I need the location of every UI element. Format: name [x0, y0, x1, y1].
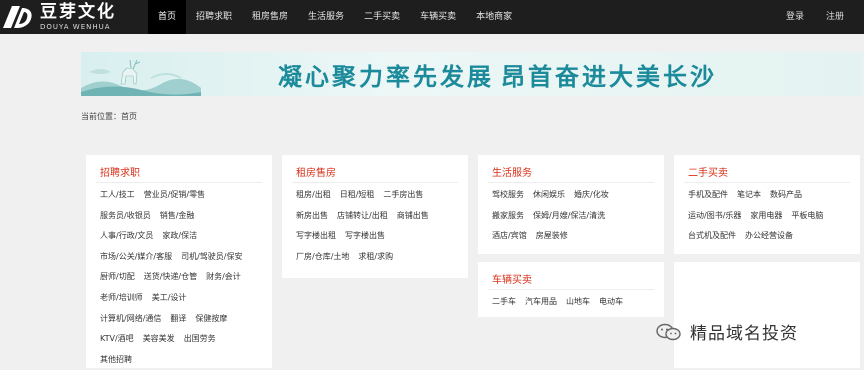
banner-slogan-2: 昂首奋进大美长沙 — [501, 62, 717, 91]
link-delivery[interactable]: 送货/快递/仓管 — [144, 272, 197, 281]
link-rent[interactable]: 租房/出租 — [296, 190, 331, 199]
category-card-jobs: 招聘求职 工人/技工 营业员/促销/零售 服务员/收银员 销售/金融 人事/行政/文… — [86, 155, 272, 368]
category-title-life-services[interactable]: 生活服务 — [492, 164, 532, 179]
link-wedding[interactable]: 婚庆/化妆 — [574, 190, 609, 199]
category-card-vehicles: 车辆买卖 二手车 汽车用品 山地车 电动车 — [478, 262, 664, 317]
blank-card — [674, 262, 860, 368]
link-marketing[interactable]: 市场/公关/媒介/客服 — [100, 252, 172, 261]
divider — [96, 182, 262, 183]
link-used-car[interactable]: 二手车 — [492, 297, 516, 306]
divider — [488, 289, 654, 290]
link-short-rent[interactable]: 日租/短租 — [340, 190, 375, 199]
douya-logo-icon — [3, 6, 32, 28]
link-shop-sale[interactable]: 商铺出售 — [397, 211, 429, 220]
link-renovation[interactable]: 房屋装修 — [536, 231, 568, 240]
link-appliances[interactable]: 家用电器 — [750, 211, 782, 220]
category-card-housing: 租房售房 租房/出租 日租/短租 二手房出售 新房出售 店铺转让/出租 商铺出售 写字楼… — [282, 155, 468, 278]
brand-subtitle: DOUYA WENHUA — [40, 22, 111, 31]
link-driving-school[interactable]: 驾校服务 — [492, 190, 524, 199]
link-sales-clerk[interactable]: 营业员/促销/零售 — [144, 190, 205, 199]
link-seek-rent[interactable]: 求租/求购 — [358, 252, 393, 261]
breadcrumb: 当前位置：首页 — [81, 112, 137, 121]
link-chef[interactable]: 厨师/切配 — [100, 272, 135, 281]
link-sales-finance[interactable]: 销售/金融 — [160, 211, 195, 220]
link-waiter[interactable]: 服务员/收银员 — [100, 211, 151, 220]
brand-name: 豆芽文化 — [40, 1, 116, 22]
link-sports-books[interactable]: 运动/图书/乐器 — [688, 211, 741, 220]
link-factory[interactable]: 厂房/仓库/土地 — [296, 252, 349, 261]
link-office-rent[interactable]: 写字楼出租 — [296, 231, 336, 240]
wechat-icon — [656, 323, 681, 340]
link-teacher[interactable]: 老师/培训师 — [100, 293, 143, 302]
link-other-jobs[interactable]: 其他招聘 — [100, 355, 132, 364]
link-designer[interactable]: 美工/设计 — [152, 293, 187, 302]
link-e-bike[interactable]: 电动车 — [599, 297, 623, 306]
link-nanny[interactable]: 保姆/月嫂/保洁/清洗 — [533, 211, 605, 220]
login-link[interactable]: 登录 — [786, 0, 804, 34]
main-nav: 首页 招聘求职 租房售房 生活服务 二手买卖 车辆买卖 本地商家 — [148, 0, 522, 34]
category-card-second-hand: 二手买卖 手机及配件 笔记本 数码产品 运动/图书/乐器 家用电器 平板电脑 台式机及配… — [674, 155, 860, 254]
wechat-watermark: 精品域名投资 — [656, 319, 798, 344]
nav-jobs[interactable]: 招聘求职 — [186, 0, 242, 34]
divider — [684, 182, 850, 183]
link-ktv[interactable]: KTV/酒吧 — [100, 334, 134, 343]
link-leisure[interactable]: 休闲娱乐 — [533, 190, 565, 199]
link-worker[interactable]: 工人/技工 — [100, 190, 135, 199]
link-mountain-bike[interactable]: 山地车 — [566, 297, 590, 306]
link-translator[interactable]: 翻译 — [170, 314, 186, 323]
link-digital[interactable]: 数码产品 — [770, 190, 802, 199]
link-tablets[interactable]: 平板电脑 — [791, 211, 823, 220]
link-accounting[interactable]: 财务/会计 — [206, 272, 241, 281]
link-hotel[interactable]: 酒店/宾馆 — [492, 231, 527, 240]
link-beauty[interactable]: 美容美发 — [143, 334, 175, 343]
site-logo[interactable]: 豆芽文化 DOUYA WENHUA — [0, 2, 116, 32]
link-overseas[interactable]: 出国劳务 — [184, 334, 216, 343]
promo-banner: 凝心聚力率先发展 昂首奋进大美长沙 — [81, 52, 863, 96]
link-office-equipment[interactable]: 办公经营设备 — [745, 231, 793, 240]
category-title-vehicles[interactable]: 车辆买卖 — [492, 271, 532, 286]
category-title-jobs[interactable]: 招聘求职 — [100, 164, 140, 179]
category-title-housing[interactable]: 租房售房 — [296, 164, 336, 179]
link-housekeeping[interactable]: 家政/保洁 — [162, 231, 197, 240]
banner-slogan-1: 凝心聚力率先发展 — [278, 62, 494, 91]
auth-links: 登录 注册 — [786, 0, 844, 34]
link-office-sale[interactable]: 写字楼出售 — [345, 231, 385, 240]
divider — [488, 182, 654, 183]
link-phones[interactable]: 手机及配件 — [688, 190, 728, 199]
link-moving[interactable]: 搬家服务 — [492, 211, 524, 220]
top-navigation-bar: 豆芽文化 DOUYA WENHUA 首页 招聘求职 租房售房 生活服务 二手买卖… — [0, 0, 864, 34]
link-auto-supplies[interactable]: 汽车用品 — [525, 297, 557, 306]
link-resale-house[interactable]: 二手房出售 — [383, 190, 423, 199]
link-hr-admin[interactable]: 人事/行政/文员 — [100, 231, 153, 240]
deer-landscape-illustration — [81, 59, 201, 96]
nav-local-merchants[interactable]: 本地商家 — [466, 0, 522, 34]
nav-home[interactable]: 首页 — [148, 0, 187, 34]
register-link[interactable]: 注册 — [826, 0, 844, 34]
nav-life-services[interactable]: 生活服务 — [298, 0, 354, 34]
link-shop-transfer[interactable]: 店铺转让/出租 — [337, 211, 388, 220]
nav-housing[interactable]: 租房售房 — [242, 0, 298, 34]
watermark-text: 精品域名投资 — [690, 324, 798, 344]
nav-second-hand[interactable]: 二手买卖 — [354, 0, 410, 34]
divider — [292, 182, 458, 183]
link-massage[interactable]: 保健按摩 — [195, 314, 227, 323]
link-it[interactable]: 计算机/网络/通信 — [100, 314, 161, 323]
category-card-life-services: 生活服务 驾校服务 休闲娱乐 婚庆/化妆 搬家服务 保姆/月嫂/保洁/清洗 酒店/宾馆… — [478, 155, 664, 254]
category-title-second-hand[interactable]: 二手买卖 — [688, 164, 728, 179]
link-new-house[interactable]: 新房出售 — [296, 211, 328, 220]
link-driver[interactable]: 司机/驾驶员/保安 — [181, 252, 242, 261]
link-desktops[interactable]: 台式机及配件 — [688, 231, 736, 240]
nav-vehicles[interactable]: 车辆买卖 — [410, 0, 466, 34]
link-laptops[interactable]: 笔记本 — [737, 190, 761, 199]
